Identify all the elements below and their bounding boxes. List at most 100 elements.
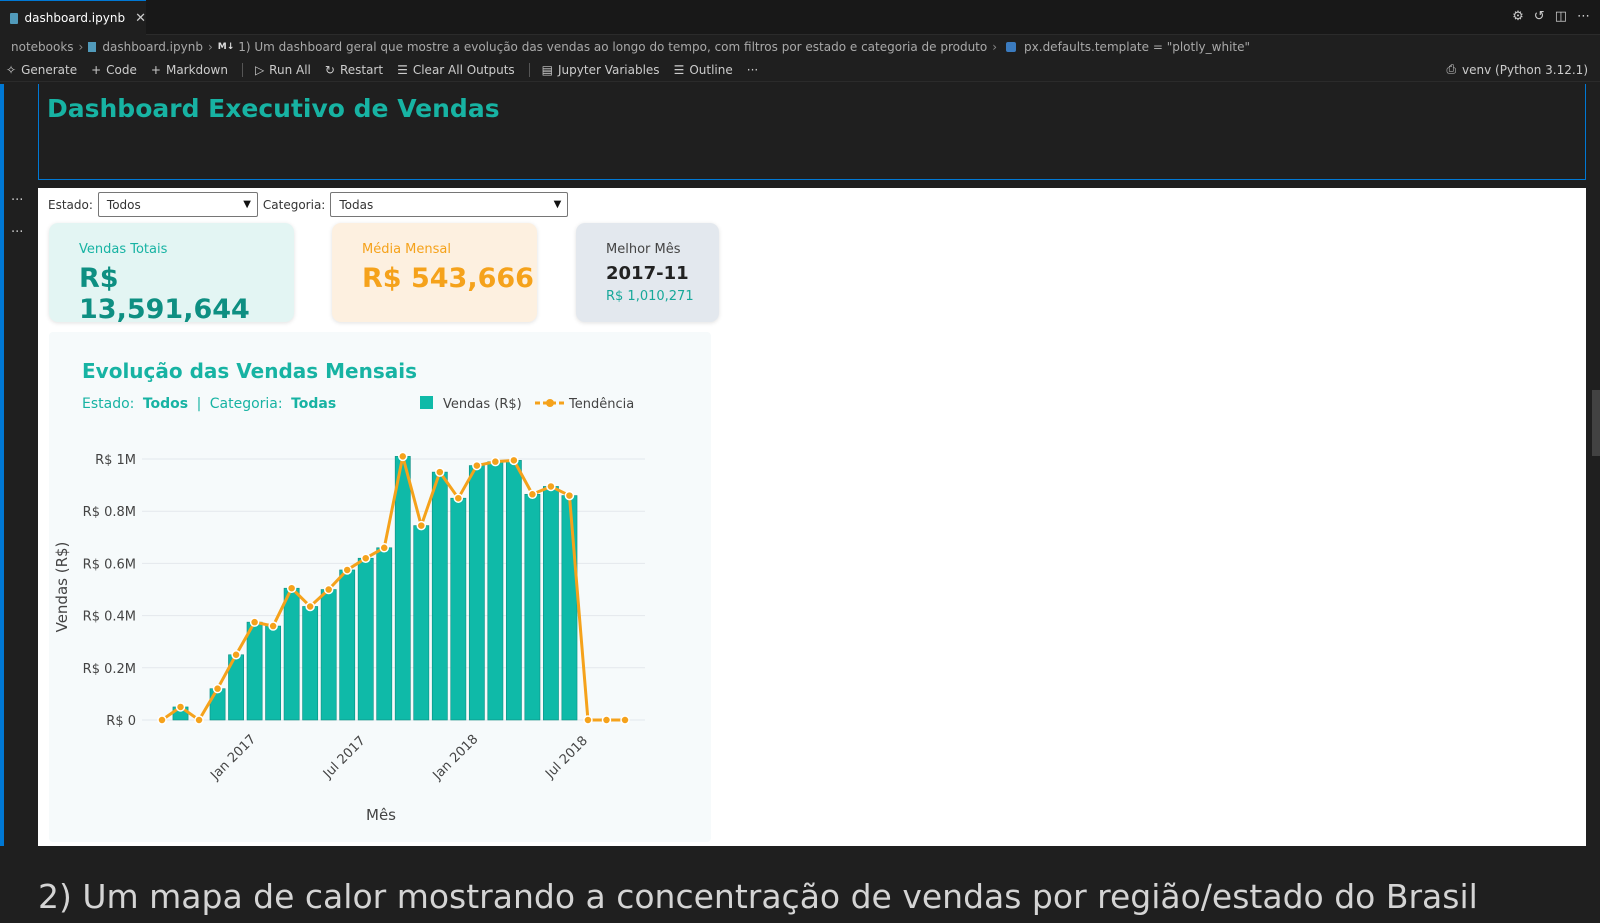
bar [468, 465, 485, 721]
trend-point [268, 621, 278, 631]
sparkle-icon: ✧ [6, 62, 17, 77]
generate-label: Generate [21, 62, 78, 77]
bar [376, 547, 393, 721]
notebook-file-icon [88, 42, 97, 52]
kpi-value: R$ 543,666 [362, 263, 534, 294]
trend-point [231, 650, 241, 660]
history-icon[interactable]: ↺ [1534, 9, 1545, 24]
restart-button[interactable]: ↻ Restart [325, 63, 383, 77]
bar [339, 569, 356, 721]
trend-point [546, 481, 556, 492]
subtitle-estado-value: Todos [143, 396, 188, 412]
chart-subtitle: Estado: Todos | Categoria: Todas [82, 396, 336, 412]
kpi-media-mensal: Média Mensal R$ 543,666 [332, 223, 537, 322]
restart-icon: ↻ [324, 62, 335, 77]
y-tick-labels: R$ 0 R$ 0.2M R$ 0.4M R$ 0.6M R$ 0.8M R$ 1M [83, 453, 136, 729]
chevron-right-icon: › [992, 40, 998, 54]
bar [524, 493, 541, 721]
outline-button[interactable]: ☰ Outline [674, 63, 733, 77]
trend-point [472, 460, 482, 471]
active-cell-indicator [0, 84, 4, 846]
bar [543, 486, 559, 721]
kpi-label: Média Mensal [362, 242, 451, 257]
trend-point [601, 715, 612, 725]
cell-output: Estado: Todos ▼ Categoria: Todas ▼ Venda… [38, 188, 1586, 846]
trend-point [157, 715, 167, 725]
tab-dashboard-ipynb[interactable]: dashboard.ipynb ✕ [0, 0, 146, 35]
more-toolbar-button[interactable]: ··· [747, 63, 758, 77]
chart-panel: Evolução das Vendas Mensais Estado: Todo… [49, 332, 711, 842]
categoria-label: Categoria: [262, 197, 326, 212]
kpi-label: Vendas Totais [79, 242, 168, 257]
breadcrumb-notebooks[interactable]: notebooks [11, 40, 74, 54]
bar [413, 525, 430, 721]
toolbar-divider [241, 62, 243, 77]
trend-point [175, 702, 186, 712]
chevron-down-icon: ▼ [553, 199, 562, 210]
gear-icon[interactable]: ⚙ [1512, 9, 1524, 24]
trend-point [490, 456, 501, 467]
y-tick-label: R$ 1M [95, 453, 136, 468]
trend-point [342, 565, 352, 575]
editor-actions: ⚙ ↺ ◫ ⋯ [1512, 9, 1590, 24]
breadcrumb-file[interactable]: dashboard.ipynb [102, 40, 203, 54]
more-actions-icon[interactable]: ⋯ [1577, 9, 1590, 24]
add-markdown-button[interactable]: + Markdown [151, 63, 228, 77]
kpi-value: 2017-11 [606, 263, 689, 284]
clear-outputs-button[interactable]: ☰ Clear All Outputs [397, 63, 515, 77]
kernel-picker[interactable]: ⎙ venv (Python 3.12.1) [1446, 62, 1588, 77]
trend-point [212, 683, 223, 694]
legend-label-vendas: Vendas (R$) [443, 397, 522, 412]
x-tick-label: Jan 2017 [207, 732, 259, 784]
trend-point [379, 543, 389, 553]
cell-output-menu-icon[interactable]: ··· [11, 225, 23, 240]
chevron-right-icon: › [207, 40, 213, 54]
kpi-label: Melhor Mês [606, 242, 681, 257]
kpi-value: R$ 13,591,644 [79, 263, 250, 325]
split-editor-icon[interactable]: ◫ [1555, 9, 1567, 24]
legend-label-tendencia: Tendência [568, 397, 634, 412]
breadcrumb-cell[interactable]: 1) Um dashboard geral que mostre a evolu… [238, 40, 987, 54]
close-tab-icon[interactable]: ✕ [135, 11, 146, 26]
y-tick-label: R$ 0.2M [83, 662, 136, 677]
bar [302, 606, 319, 721]
trend-point [527, 489, 538, 500]
trend-point [398, 451, 408, 462]
kpi-vendas-totais: Vendas Totais R$ 13,591,644 [49, 223, 294, 325]
kernel-icon: ⎙ [1446, 62, 1457, 76]
run-all-button[interactable]: ▷ Run All [255, 63, 311, 77]
generate-button[interactable]: ✧ Generate [6, 63, 77, 77]
markdown-cell[interactable]: Dashboard Executivo de Vendas [38, 84, 1586, 180]
plus-icon: + [91, 62, 102, 77]
subtitle-estado-label: Estado: [82, 396, 134, 412]
trend-point [509, 455, 519, 466]
bar [357, 557, 374, 721]
trend-point [564, 490, 575, 501]
categoria-select[interactable]: Todas ▼ [330, 192, 569, 217]
scrollbar-thumb[interactable] [1592, 390, 1600, 456]
notebook-toolbar: ✧ Generate + Code + Markdown ▷ Run All ↻ Rest… [0, 58, 1600, 82]
bar [505, 460, 522, 721]
legend-swatch-vendas [420, 396, 433, 409]
x-tick-labels: Jan 2017 Jul 2017 Jan 2018 Jul 2018 [207, 732, 591, 784]
bar-series [172, 456, 578, 721]
chevron-right-icon: › [78, 40, 84, 54]
bar [487, 461, 504, 721]
estado-selected: Todos [106, 197, 141, 212]
y-tick-label: R$ 0.4M [83, 610, 136, 625]
trend-point [249, 617, 260, 627]
toolbar-divider [528, 62, 530, 77]
trend-point [360, 553, 371, 563]
jupyter-variables-button[interactable]: ▤ Jupyter Variables [542, 63, 660, 77]
breadcrumb-symbol[interactable]: px.defaults.template = "plotly_white" [1024, 40, 1250, 54]
list-icon: ☰ [673, 62, 685, 77]
trend-point [583, 715, 593, 725]
restart-label: Restart [339, 62, 384, 77]
estado-select[interactable]: Todos ▼ [97, 192, 258, 217]
clear-icon: ☰ [397, 62, 408, 77]
outline-label: Outline [689, 62, 733, 77]
cell-output-menu-icon[interactable]: ··· [11, 193, 23, 208]
add-code-button[interactable]: + Code [91, 63, 137, 77]
bar [246, 621, 263, 721]
tab-title: dashboard.ipynb [24, 11, 126, 25]
